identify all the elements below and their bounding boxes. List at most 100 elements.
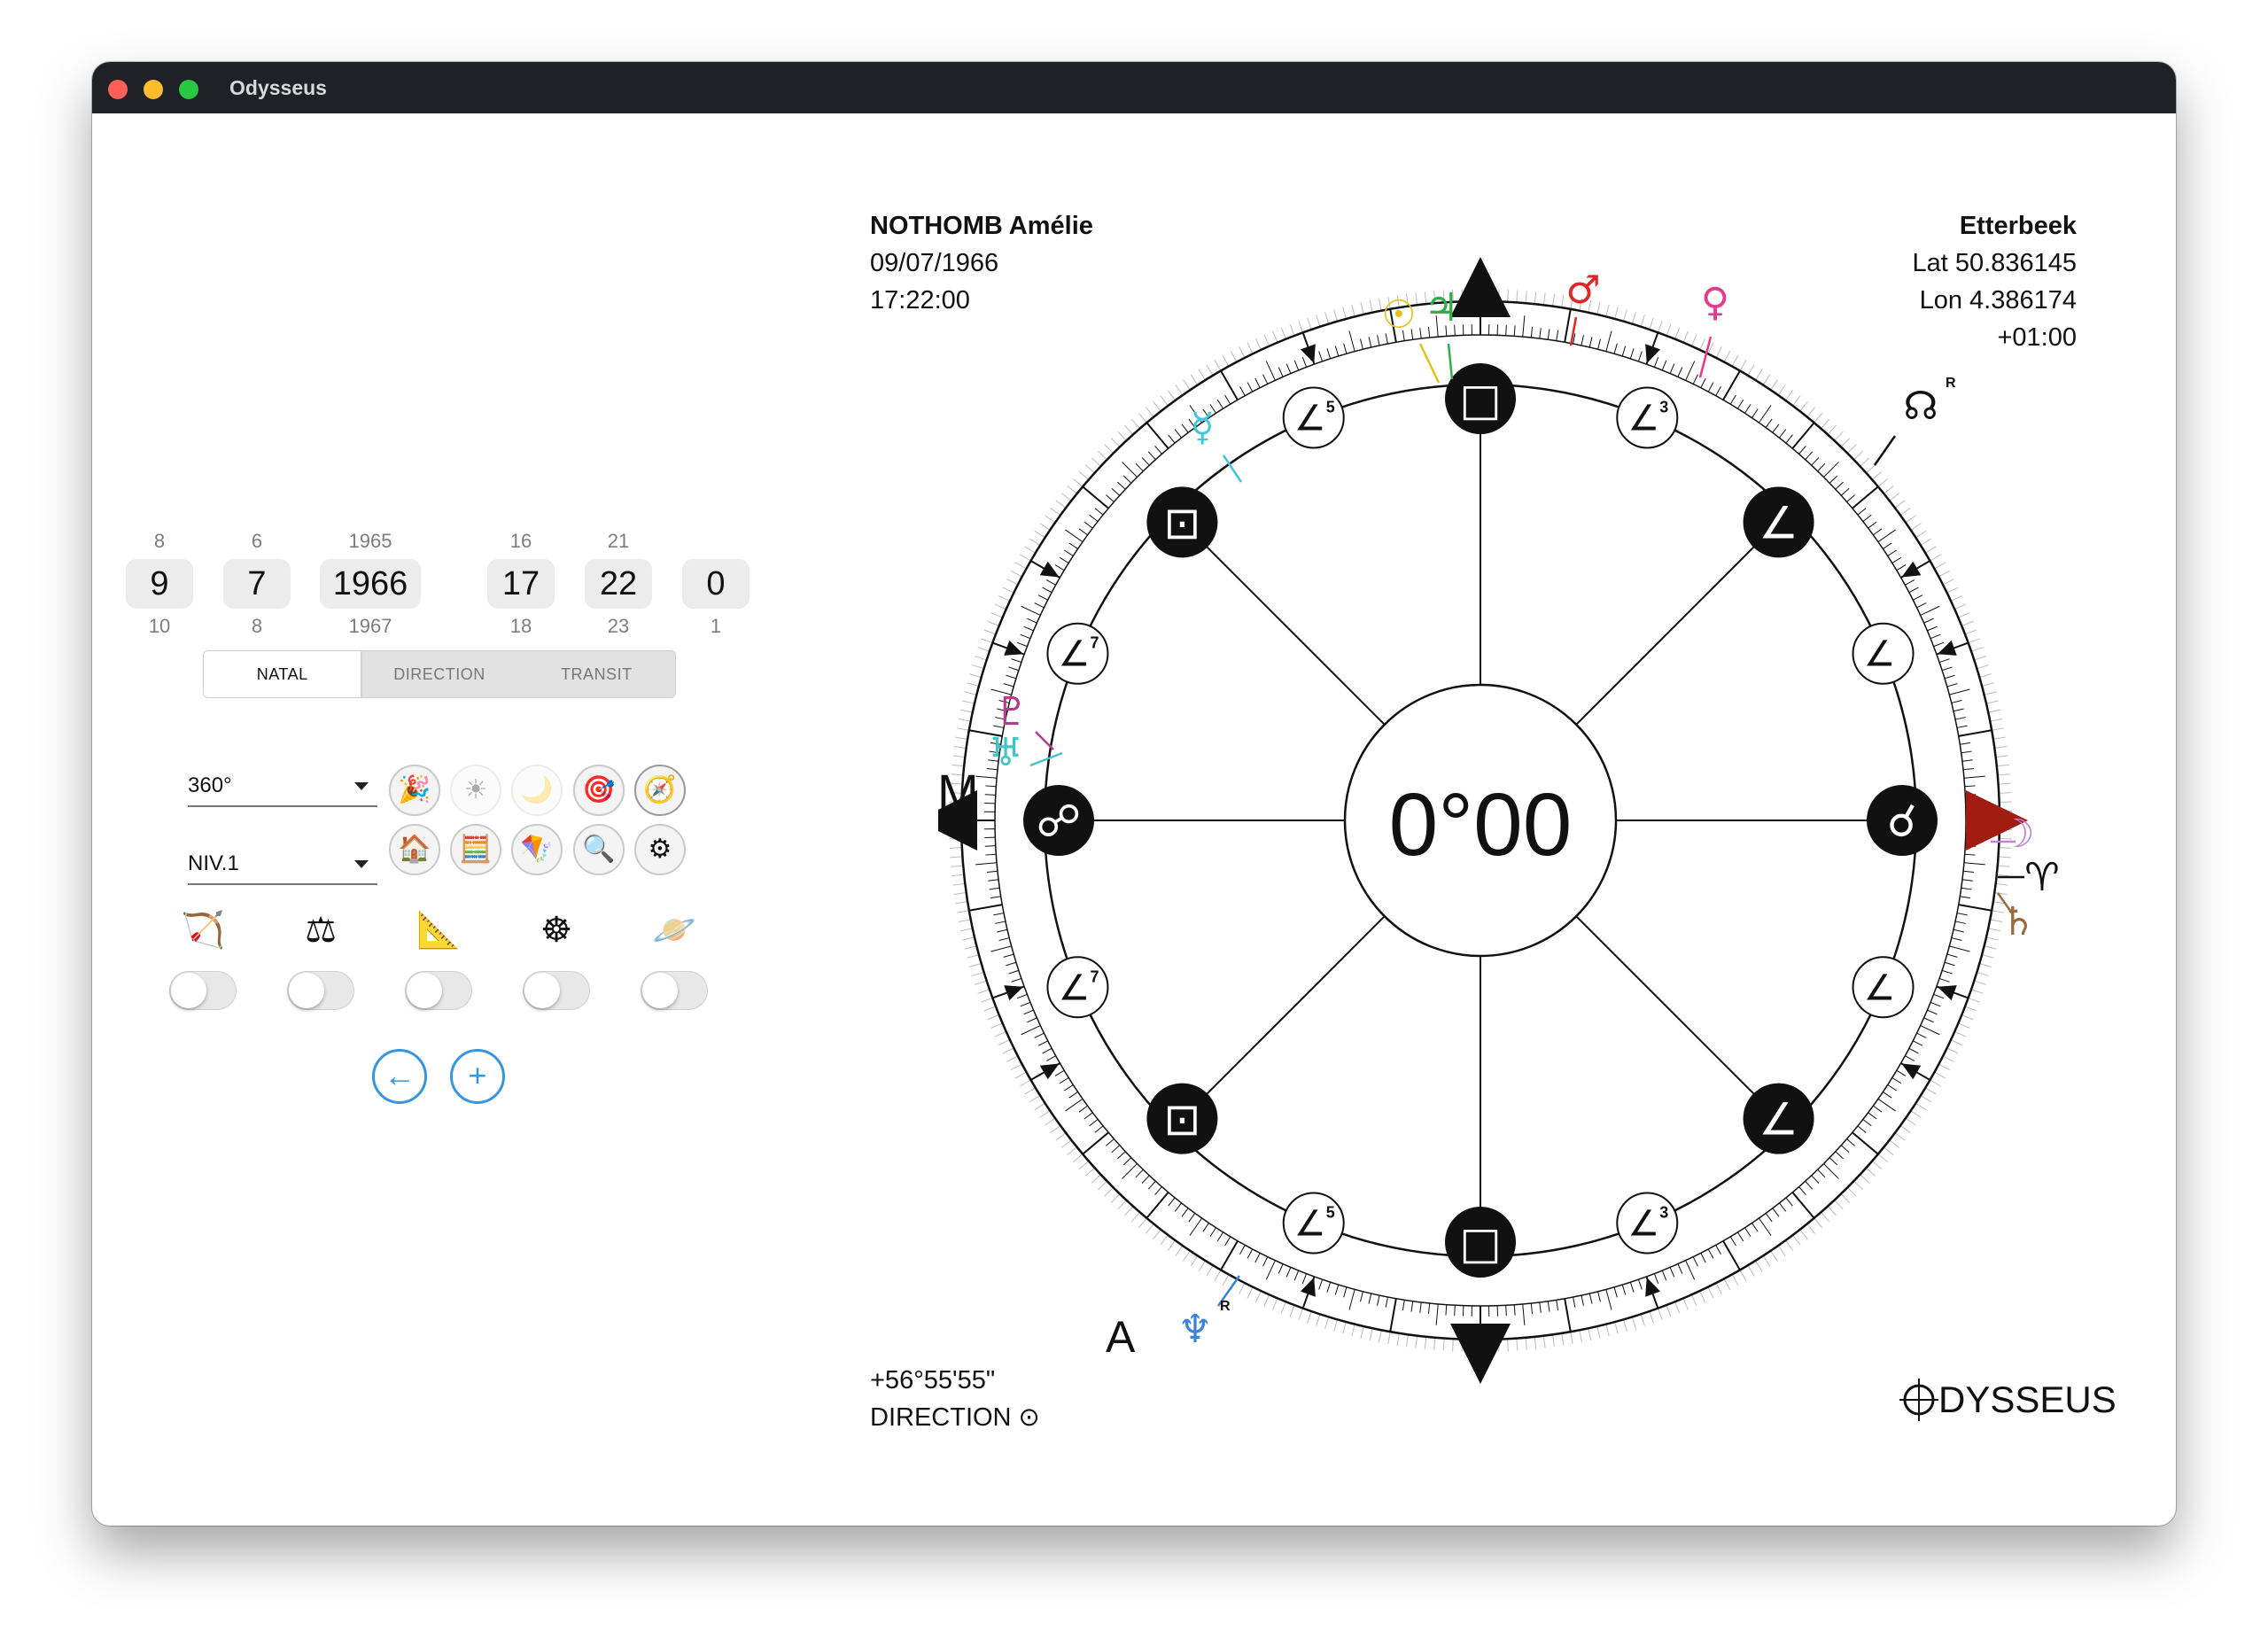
year-spinner[interactable]: 1965 1966 1967 [320, 527, 421, 641]
minute-prev[interactable]: 21 [585, 527, 652, 555]
close-window-button[interactable] [108, 80, 128, 99]
uranus-icon: ♅ [988, 730, 1022, 775]
degree-tick [1094, 1125, 1104, 1133]
minimize-window-button[interactable] [144, 80, 163, 99]
outer-tick [1024, 546, 1036, 554]
degree-tick [1846, 1138, 1855, 1146]
node-icon: ☊ [1903, 384, 1938, 429]
outer-tick [1994, 746, 2008, 749]
back-button[interactable]: ← [372, 1049, 427, 1104]
ic-bottom-arrow [1450, 1324, 1511, 1384]
degree-tick [1817, 1169, 1826, 1178]
neptune-retrograde-label: R [1220, 1299, 1231, 1314]
mc-top-arrow [1450, 257, 1511, 317]
planet-toggle[interactable] [641, 971, 708, 1010]
level-select[interactable]: NIV.1 [188, 844, 377, 885]
degree-tick [1923, 1017, 1934, 1023]
degree-tick [1564, 1298, 1572, 1332]
degree-tick [990, 896, 1001, 899]
outer-tick [1995, 755, 2008, 758]
zoom-window-button[interactable] [179, 80, 198, 99]
minute-value[interactable]: 22 [585, 559, 652, 609]
outer-tick [1970, 647, 1984, 652]
degree-tick [1877, 1098, 1896, 1112]
outer-tick [1010, 570, 1022, 578]
year-next[interactable]: 1967 [320, 612, 421, 641]
compass-icon[interactable]: 🧭 [634, 765, 686, 816]
outer-tick [1222, 1274, 1230, 1286]
outer-tick [1623, 309, 1627, 322]
tab-direction[interactable]: DIRECTION [361, 651, 517, 697]
outer-tick [1961, 1014, 1974, 1021]
outer-tick [977, 989, 990, 994]
outer-tick [1002, 1047, 1014, 1054]
scale-toggle[interactable] [287, 971, 354, 1010]
degree-tick [1778, 1202, 1787, 1212]
outer-tick [1682, 1298, 1689, 1310]
degree-tick [1021, 605, 1041, 616]
degree-tick [1027, 1017, 1037, 1023]
wheel-toggle[interactable] [523, 971, 590, 1010]
magnifier-icon[interactable]: 🔍 [573, 824, 625, 875]
year-value[interactable]: 1966 [320, 559, 421, 609]
second-spinner[interactable]: 0 1 [682, 527, 750, 641]
gear-icon[interactable]: ⚙ [634, 824, 686, 875]
moon-icon[interactable]: 🌙 [511, 765, 563, 816]
hour-prev[interactable]: 16 [487, 527, 555, 555]
outer-tick [1153, 400, 1161, 412]
add-button[interactable]: + [450, 1049, 505, 1104]
degree-tick [1953, 708, 1964, 712]
degree-tick [1857, 508, 1867, 516]
degree-tick [1916, 602, 1927, 609]
degree-tick [1692, 374, 1698, 385]
bow-toggle[interactable] [169, 971, 237, 1010]
outer-tick [1925, 546, 1937, 554]
aspect-harmonic-label: 5 [1326, 1204, 1335, 1222]
venus-leader-line [1698, 336, 1713, 378]
second-value[interactable]: 0 [682, 559, 750, 609]
day-spinner[interactable]: 8 9 10 [126, 527, 193, 641]
month-next[interactable]: 8 [223, 612, 291, 641]
outer-tick [1977, 971, 1989, 976]
outer-tick [1970, 989, 1984, 994]
degree-tick [1017, 641, 1028, 648]
degree-tick [1547, 1301, 1550, 1312]
outer-tick [1871, 1161, 1883, 1170]
outer-tick [1905, 515, 1916, 524]
outer-tick [1623, 1319, 1627, 1332]
month-value[interactable]: 7 [223, 559, 291, 609]
second-next[interactable]: 1 [682, 612, 750, 641]
second-prev[interactable] [682, 527, 750, 555]
day-value[interactable]: 9 [126, 559, 193, 609]
outer-tick [1994, 892, 2008, 895]
sun-icon[interactable]: ☀ [450, 765, 501, 816]
degrees-select[interactable]: 360° [188, 766, 377, 807]
degree-tick [1513, 325, 1516, 337]
minute-next[interactable]: 23 [585, 612, 652, 641]
month-spinner[interactable]: 6 7 8 [223, 527, 291, 641]
tab-natal[interactable]: NATAL [204, 651, 361, 697]
house-icon[interactable]: 🏠 [389, 824, 440, 875]
tab-transit[interactable]: TRANSIT [518, 651, 675, 697]
outer-tick [1039, 523, 1051, 531]
target-icon[interactable]: 🎯 [573, 765, 625, 816]
square-toggle[interactable] [405, 971, 472, 1010]
hour-next[interactable]: 18 [487, 612, 555, 641]
degree-tick [1224, 1236, 1231, 1247]
minute-spinner[interactable]: 21 22 23 [585, 527, 652, 641]
day-next[interactable]: 10 [126, 612, 193, 641]
degree-tick [1042, 1047, 1052, 1054]
outer-tick [1110, 1193, 1121, 1203]
hour-value[interactable]: 17 [487, 559, 555, 609]
year-prev[interactable]: 1965 [320, 527, 421, 555]
kite-icon[interactable]: 🪁 [511, 824, 563, 875]
outer-tick [1910, 523, 1922, 531]
jupiter-icon: ♃ [1424, 285, 1458, 330]
day-prev[interactable]: 8 [126, 527, 193, 555]
degree-tick [1505, 324, 1507, 336]
month-prev[interactable]: 6 [223, 527, 291, 555]
hour-spinner[interactable]: 16 17 18 [487, 527, 555, 641]
degree-tick [1613, 1286, 1618, 1298]
abacus-icon[interactable]: 🧮 [450, 824, 501, 875]
party-popper-icon[interactable]: 🎉 [389, 765, 440, 816]
